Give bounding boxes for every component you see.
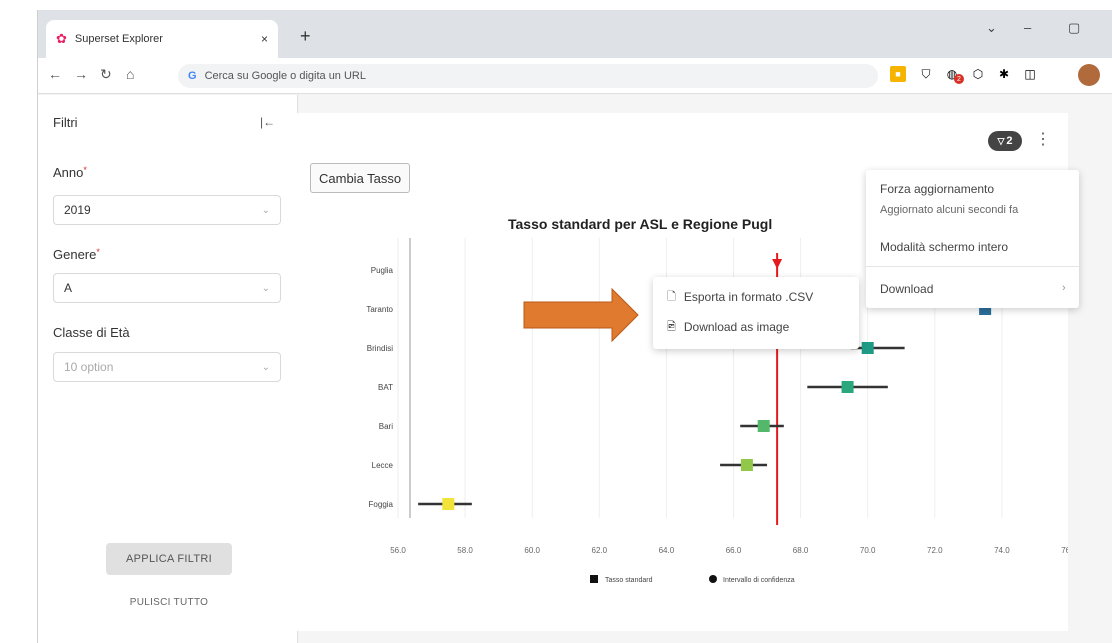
extension-shield-icon[interactable]: ⛉ — [918, 66, 934, 82]
filter-sidebar: Filtri |← Anno* 2019 ⌄ Genere* A ⌄ Class… — [38, 95, 298, 643]
gender-value: A — [64, 281, 73, 295]
tab-bar: ✿ Superset Explorer × + ⌄ – ▢ — [38, 10, 1112, 58]
x-tick-label: 58.0 — [457, 546, 473, 555]
category-label: Bari — [379, 422, 393, 431]
x-tick-label: 56.0 — [390, 546, 406, 555]
x-tick-label: 72.0 — [927, 546, 943, 555]
browser-tab[interactable]: ✿ Superset Explorer × — [46, 20, 278, 58]
point-estimate — [841, 381, 854, 393]
sidebar-title: Filtri — [53, 115, 78, 130]
tab-title: Superset Explorer — [74, 33, 163, 45]
legend-square-icon — [590, 575, 598, 583]
download-image-item[interactable]: 🖻 Download as image — [667, 317, 789, 337]
download-image-label: Download as image — [683, 320, 790, 334]
category-label: Brindisi — [367, 344, 393, 353]
home-icon[interactable]: ⌂ — [126, 66, 134, 82]
point-estimate — [757, 420, 770, 432]
maximize-icon[interactable]: ▢ — [1068, 20, 1080, 36]
menu-divider — [866, 266, 1079, 267]
category-label: Taranto — [366, 305, 393, 314]
x-tick-label: 76.0 — [1061, 546, 1068, 555]
x-tick-label: 66.0 — [726, 546, 742, 555]
clear-all-button[interactable]: PULISCI TUTTO — [106, 591, 232, 613]
extensions-puzzle-icon[interactable]: ✱ — [996, 66, 1012, 82]
x-tick-label: 70.0 — [860, 546, 876, 555]
year-value: 2019 — [64, 203, 91, 217]
category-label: Foggia — [369, 500, 394, 509]
extension-badge: 2 — [954, 74, 964, 84]
file-icon: 🗋 — [667, 290, 676, 303]
download-submenu: 🗋 Esporta in formato .CSV 🖻 Download as … — [653, 277, 859, 349]
back-icon[interactable]: ← — [48, 66, 62, 82]
export-csv-label: Esporta in formato .CSV — [683, 290, 814, 304]
extension-box-icon[interactable]: ⬡ — [970, 66, 986, 82]
chart-options-menu: Forza aggiornamento Aggiornato alcuni se… — [866, 170, 1079, 308]
x-tick-label: 74.0 — [994, 546, 1010, 555]
x-tick-label: 62.0 — [592, 546, 608, 555]
category-label: BAT — [378, 383, 393, 392]
year-select[interactable]: 2019 ⌄ — [53, 195, 281, 225]
download-item[interactable]: Download — [880, 282, 933, 296]
filter-label-gender: Genere* — [53, 247, 100, 262]
extension-blue-icon[interactable]: ◍ 2 — [944, 66, 964, 84]
superset-logo-icon: ✿ — [56, 31, 67, 46]
legend-label: Intervallo di confidenza — [723, 577, 795, 584]
age-class-placeholder: 10 option — [64, 360, 114, 374]
chevron-down-icon: ⌄ — [261, 282, 270, 294]
sidepanel-icon[interactable]: ◫ — [1022, 66, 1038, 82]
chevron-right-icon: › — [1062, 282, 1066, 294]
category-label: Puglia — [371, 266, 394, 275]
avatar[interactable] — [1078, 64, 1100, 86]
minimize-icon[interactable]: – — [1024, 20, 1031, 35]
updated-note: Aggiornato alcuni secondi fa — [880, 204, 1019, 216]
image-icon: 🖻 — [667, 320, 676, 333]
category-label: Lecce — [372, 461, 394, 470]
browser-toolbar: ← → ↻ ⌂ G Cerca su Google o digita un UR… — [38, 58, 1112, 94]
collapse-sidebar-icon[interactable]: |← — [260, 115, 275, 129]
apply-filters-button[interactable]: APPLICA FILTRI — [106, 543, 232, 575]
x-tick-label: 60.0 — [524, 546, 540, 555]
point-estimate — [861, 342, 874, 354]
address-placeholder: Cerca su Google o digita un URL — [204, 70, 366, 82]
chevron-down-icon: ⌄ — [261, 361, 270, 373]
extension-yellow-icon[interactable]: ■ — [890, 66, 906, 82]
age-class-select[interactable]: 10 option ⌄ — [53, 352, 281, 382]
address-bar[interactable]: G Cerca su Google o digita un URL — [178, 64, 878, 88]
legend-circle-icon — [709, 575, 717, 583]
reference-arrow-icon — [772, 259, 783, 269]
point-estimate — [442, 498, 455, 510]
chevron-down-icon: ⌄ — [261, 204, 270, 216]
reload-icon[interactable]: ↻ — [100, 66, 112, 83]
force-refresh-item[interactable]: Forza aggiornamento — [880, 182, 994, 196]
filter-label-age-class: Classe di Età — [53, 325, 130, 340]
export-csv-item[interactable]: 🗋 Esporta in formato .CSV — [667, 287, 813, 307]
filter-label-year: Anno* — [53, 165, 87, 180]
fullscreen-item[interactable]: Modalità schermo intero — [880, 240, 1008, 254]
orange-arrow-annotation — [523, 287, 639, 343]
point-estimate — [740, 459, 753, 471]
google-icon: G — [188, 70, 197, 82]
chevron-down-icon[interactable]: ⌄ — [986, 20, 997, 36]
new-tab-button[interactable]: + — [300, 26, 311, 47]
x-tick-label: 64.0 — [659, 546, 675, 555]
forward-icon[interactable]: → — [74, 66, 88, 82]
close-tab-icon[interactable]: × — [261, 32, 268, 46]
x-tick-label: 68.0 — [793, 546, 809, 555]
gender-select[interactable]: A ⌄ — [53, 273, 281, 303]
legend-label: Tasso standard — [605, 577, 653, 584]
